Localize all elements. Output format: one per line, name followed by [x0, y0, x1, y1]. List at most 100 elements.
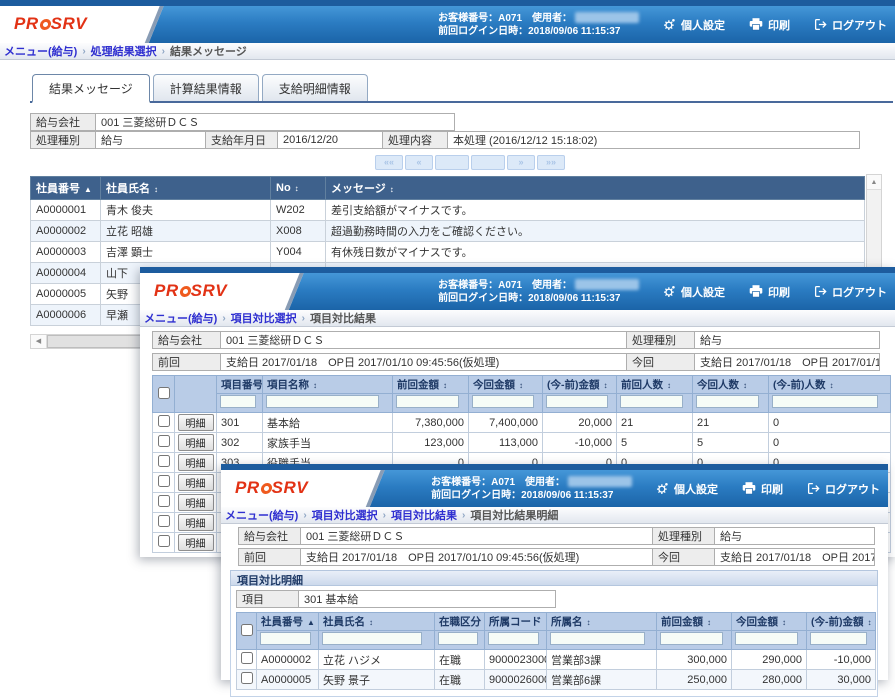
column-header-emp-no[interactable]: 社員番号▲ [31, 177, 101, 200]
curr-amount-filter-input[interactable] [472, 395, 534, 408]
detail-button[interactable]: 明細 [178, 494, 214, 511]
column-header-diff-amount[interactable]: (今-前)金額↕ [807, 613, 876, 631]
scroll-left-arrow[interactable]: ◀ [31, 335, 47, 348]
breadcrumb-menu[interactable]: メニュー(給与) [144, 310, 217, 326]
row-checkbox[interactable] [241, 652, 253, 664]
tab-payment-detail-info[interactable]: 支給明細情報 [262, 74, 368, 101]
scroll-up-arrow[interactable]: ▲ [867, 175, 881, 190]
table-row[interactable]: A0000003 吉澤 顕士 Y004 有休残日数がマイナスです。 [31, 242, 865, 263]
next-page-button[interactable]: » [507, 155, 535, 170]
table-row[interactable]: A0000002 立花 ハジメ 在職 9000023000 営業部3課 300,… [237, 650, 876, 670]
breadcrumb-menu[interactable]: メニュー(給与) [225, 507, 298, 523]
table-row[interactable]: 明細 302 家族手当 123,000 113,000 -10,000 5 5 … [153, 433, 891, 453]
row-checkbox[interactable] [158, 415, 170, 427]
detail-button[interactable]: 明細 [178, 534, 214, 551]
column-header-emp-no[interactable]: 社員番号▲ [257, 613, 319, 631]
sort-both-icon: ↕ [830, 381, 834, 390]
diff-amount-filter-input[interactable] [810, 632, 867, 645]
diff-amount-filter-input[interactable] [546, 395, 608, 408]
table-row[interactable]: A0000002 立花 昭雄 X008 超過勤務時間の入力をご確認ください。 [31, 221, 865, 242]
detail-button[interactable]: 明細 [178, 434, 214, 451]
personal-settings-button[interactable]: 個人設定 [663, 17, 725, 33]
sort-both-icon: ↕ [390, 185, 394, 194]
gear-icon [663, 285, 676, 298]
dept-code-filter-input[interactable] [488, 632, 539, 645]
column-header-dept-name[interactable]: 所属名↕ [547, 613, 657, 631]
logout-button[interactable]: ログアウト [814, 284, 887, 300]
logout-button[interactable]: ログアウト [807, 481, 880, 497]
column-header-prev-amount[interactable]: 前回金額↕ [393, 376, 469, 394]
row-checkbox[interactable] [158, 435, 170, 447]
process-content-label: 処理内容 [383, 132, 448, 149]
column-header-diff-amount[interactable]: (今-前)金額↕ [543, 376, 617, 394]
breadcrumb-menu[interactable]: メニュー(給与) [4, 43, 77, 59]
column-header-item-no[interactable]: 項目番号▲ [217, 376, 263, 394]
column-header-emp-name[interactable]: 社員氏名↕ [101, 177, 271, 200]
breadcrumb-item-compare-result[interactable]: 項目対比結果 [391, 507, 457, 523]
detail-button[interactable]: 明細 [178, 514, 214, 531]
emp-name-filter-input[interactable] [322, 632, 422, 645]
prev-amount-filter-input[interactable] [660, 632, 723, 645]
print-button[interactable]: 印刷 [749, 17, 790, 33]
print-button[interactable]: 印刷 [749, 284, 790, 300]
row-checkbox[interactable] [158, 515, 170, 527]
column-header-prev-amount[interactable]: 前回金額↕ [657, 613, 732, 631]
table-row[interactable]: 明細 301 基本給 7,380,000 7,400,000 20,000 21… [153, 413, 891, 433]
page-count-box[interactable] [471, 155, 505, 170]
column-header-item-name[interactable]: 項目名称↕ [263, 376, 393, 394]
row-checkbox[interactable] [158, 495, 170, 507]
prev-count-filter-input[interactable] [620, 395, 683, 408]
print-button[interactable]: 印刷 [742, 481, 783, 497]
select-all-checkbox[interactable] [241, 624, 253, 636]
column-header-message[interactable]: メッセージ↕ [326, 177, 865, 200]
dept-name-filter-input[interactable] [550, 632, 645, 645]
breadcrumb-item-compare-select[interactable]: 項目対比選択 [231, 310, 297, 326]
column-header-curr-amount[interactable]: 今回金額↕ [732, 613, 807, 631]
printer-icon [749, 18, 763, 31]
curr-count-filter-input[interactable] [696, 395, 759, 408]
logo-slash [342, 470, 387, 507]
personal-settings-button[interactable]: 個人設定 [656, 481, 718, 497]
cell-emp-name: 立花 ハジメ [319, 650, 435, 670]
column-header-no[interactable]: No↕ [271, 177, 326, 200]
logout-button[interactable]: ログアウト [814, 17, 887, 33]
detail-button[interactable]: 明細 [178, 474, 214, 491]
tab-result-message[interactable]: 結果メッセージ [32, 74, 150, 103]
last-page-button[interactable]: »» [537, 155, 565, 170]
prev-page-button[interactable]: « [405, 155, 433, 170]
row-checkbox[interactable] [241, 672, 253, 684]
item-row: 項目 301 基本給 [236, 590, 556, 608]
row-checkbox[interactable] [158, 535, 170, 547]
personal-settings-button[interactable]: 個人設定 [663, 284, 725, 300]
first-page-button[interactable]: «« [375, 155, 403, 170]
breadcrumb-separator: › [303, 510, 306, 521]
breadcrumb-process-result-select[interactable]: 処理結果選択 [91, 43, 157, 59]
row-checkbox[interactable] [158, 475, 170, 487]
emp-no-filter-input[interactable] [260, 632, 311, 645]
column-header-emp-name[interactable]: 社員氏名↕ [319, 613, 435, 631]
tab-calc-result-info[interactable]: 計算結果情報 [153, 74, 259, 101]
detail-button[interactable]: 明細 [178, 454, 214, 471]
cell-emp-name: 吉澤 顕士 [101, 242, 271, 263]
column-header-dept-code[interactable]: 所属コード↕ [485, 613, 547, 631]
detail-button[interactable]: 明細 [178, 414, 214, 431]
column-header-employment-status[interactable]: 在職区分↕ [435, 613, 485, 631]
status-filter-input[interactable] [438, 632, 478, 645]
row-checkbox[interactable] [158, 455, 170, 467]
column-header-prev-count[interactable]: 前回人数↕ [617, 376, 693, 394]
item-name-filter-input[interactable] [266, 395, 379, 408]
prev-amount-filter-input[interactable] [396, 395, 459, 408]
column-header-curr-amount[interactable]: 今回金額↕ [469, 376, 543, 394]
cell-emp-no: A0000005 [31, 284, 101, 305]
cell-diff-amount: -10,000 [543, 433, 617, 453]
detail-cell: 明細 [175, 533, 217, 553]
column-header-diff-count[interactable]: (今-前)人数↕ [769, 376, 891, 394]
page-number-box[interactable] [435, 155, 469, 170]
item-no-filter-input[interactable] [220, 395, 256, 408]
column-header-curr-count[interactable]: 今回人数↕ [693, 376, 769, 394]
select-all-checkbox[interactable] [158, 387, 170, 399]
curr-amount-filter-input[interactable] [735, 632, 798, 645]
breadcrumb-item-compare-select[interactable]: 項目対比選択 [312, 507, 378, 523]
table-row[interactable]: A0000001 青木 俊夫 W202 差引支給額がマイナスです。 [31, 200, 865, 221]
diff-count-filter-input[interactable] [772, 395, 878, 408]
